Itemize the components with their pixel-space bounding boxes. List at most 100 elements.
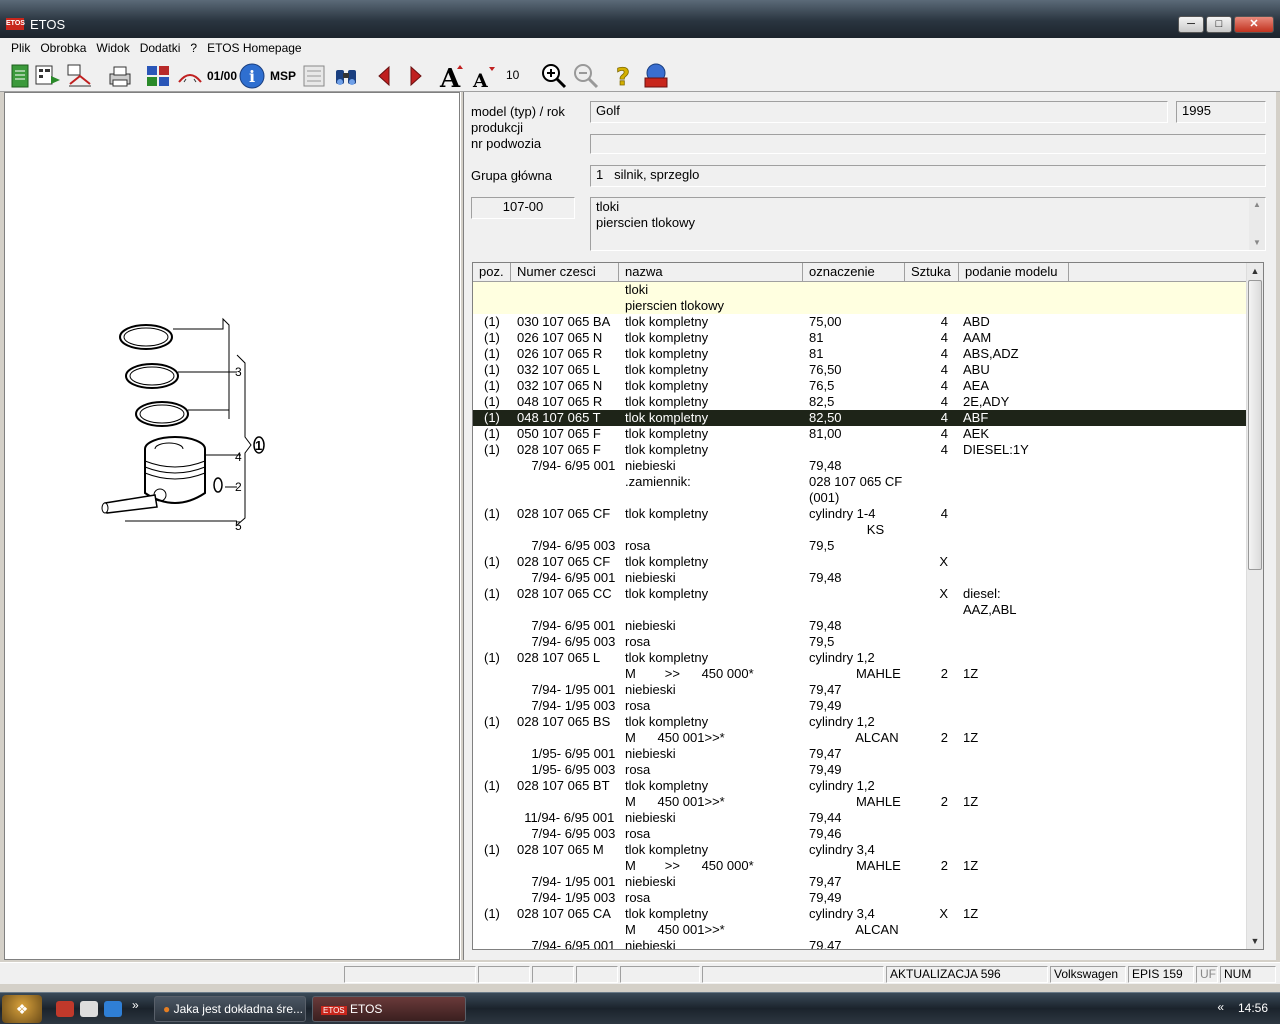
table-scrollbar[interactable]: ▲ ▼ [1246,263,1263,949]
scroll-up-icon[interactable]: ▲ [1247,263,1263,279]
col-part-number[interactable]: Numer czesci [511,263,619,282]
row-part-number: 7/94- 1/95 003 [517,698,616,713]
help-icon[interactable]: ? [610,62,638,90]
table-row[interactable]: M >> 450 000* MAHLE 2 1Z [473,666,1247,682]
counter-icon[interactable]: 01/00 [206,62,238,90]
table-row[interactable]: 7/94- 1/95 003 rosa 79,49 [473,890,1247,906]
quicklaunch-app-icon[interactable] [56,1001,74,1017]
table-row[interactable]: M 450 001>>* MAHLE 2 1Z [473,794,1247,810]
table-row[interactable]: (1) 028 107 065 CA tlok kompletny cylindry … [473,906,1247,922]
clock[interactable]: 14:56 [1238,1001,1268,1015]
grid-view-icon[interactable] [144,62,172,90]
table-row[interactable]: (1) 028 107 065 F tlok kompletny 4 DIESEL:1Y [473,442,1247,458]
zoom-out-icon[interactable] [572,62,600,90]
table-row[interactable]: 11/94- 6/95 001 niebieski 79,44 [473,810,1247,826]
table-row[interactable]: .zamiennik: 028 107 065 CF [473,474,1247,490]
menu-help[interactable]: ? [185,38,202,58]
next-arrow-icon[interactable] [402,62,430,90]
table-row[interactable]: (1) 028 107 065 CF tlok kompletny cylindry … [473,506,1247,522]
new-document-icon[interactable] [6,62,34,90]
table-row[interactable]: 7/94- 6/95 001 niebieski 79,47 [473,938,1247,949]
taskbar-item-etos[interactable]: ETOS ETOS [312,996,466,1022]
table-row[interactable]: 7/94- 1/95 001 niebieski 79,47 [473,682,1247,698]
app-logo-icon: ETOS [6,18,25,30]
info-icon[interactable]: i [238,62,266,90]
table-row[interactable]: 7/94- 6/95 003 rosa 79,5 [473,538,1247,554]
font-decrease-icon[interactable]: A [470,62,498,90]
table-row[interactable]: (1) 028 107 065 L tlok kompletny cylindry 1… [473,650,1247,666]
menu-etos-homepage[interactable]: ETOS Homepage [202,38,307,58]
table-row[interactable]: M >> 450 000* MAHLE 2 1Z [473,858,1247,874]
start-button[interactable]: ❖ [2,995,42,1023]
col-name[interactable]: nazwa [619,263,803,282]
previous-arrow-icon[interactable] [370,62,398,90]
col-designation[interactable]: oznaczenie [803,263,905,282]
table-row[interactable]: 7/94- 6/95 003 rosa 79,5 [473,634,1247,650]
col-model-info[interactable]: podanie modelu [959,263,1069,282]
scroll-up-icon[interactable]: ▲ [1249,198,1265,212]
table-row[interactable]: 7/94- 1/95 003 rosa 79,49 [473,698,1247,714]
minimize-button[interactable]: ─ [1178,16,1204,33]
table-row[interactable]: (1) 028 107 065 M tlok kompletny cylindry 3… [473,842,1247,858]
quicklaunch-messenger-icon[interactable] [80,1001,98,1017]
table-row[interactable]: (1) 030 107 065 BA tlok kompletny 75,00 4 ABD [473,314,1247,330]
table-row[interactable]: 7/94- 1/95 001 niebieski 79,47 [473,874,1247,890]
msp-button[interactable]: MSP [268,62,298,90]
font-increase-icon[interactable]: A [438,62,466,90]
table-row[interactable]: (1) 026 107 065 N tlok kompletny 81 4 AAM [473,330,1247,346]
toolbar: 01/00 i MSP A A 10 ? [0,58,1280,92]
table-row[interactable]: 7/94- 6/95 001 niebieski 79,48 [473,618,1247,634]
close-button[interactable]: ✕ [1234,16,1274,33]
description-scrollbar[interactable]: ▲ ▼ [1249,198,1265,250]
table-row[interactable]: 7/94- 6/95 003 rosa 79,46 [473,826,1247,842]
menu-dodatki[interactable]: Dodatki [135,38,186,58]
table-row[interactable]: 7/94- 6/95 001 niebieski 79,48 [473,570,1247,586]
table-row[interactable]: M 450 001>>* ALCAN [473,922,1247,938]
table-row[interactable]: pierscien tlokowy [473,298,1247,314]
table-row[interactable]: (1) 028 107 065 BS tlok kompletny cylindry … [473,714,1247,730]
table-row[interactable]: AAZ,ABL [473,602,1247,618]
menu-widok[interactable]: Widok [91,38,134,58]
col-poz[interactable]: poz. [473,263,511,282]
quicklaunch-more-icon[interactable]: » [132,998,139,1012]
table-row[interactable]: (1) 028 107 065 BT tlok kompletny cylindry … [473,778,1247,794]
table-row[interactable]: (1) 028 107 065 CF tlok kompletny X [473,554,1247,570]
table-row[interactable]: KS [473,522,1247,538]
table-row[interactable]: (1) 032 107 065 L tlok kompletny 76,50 4 ABU [473,362,1247,378]
table-row[interactable]: tloki [473,282,1247,298]
scroll-down-icon[interactable]: ▼ [1247,933,1263,949]
row-designation: 75,00 [809,314,842,329]
col-quantity[interactable]: Sztuka [905,263,959,282]
document-scan-icon[interactable] [300,62,328,90]
table-row[interactable]: (001) [473,490,1247,506]
parts-tree-icon[interactable] [66,62,94,90]
scroll-down-icon[interactable]: ▼ [1249,236,1265,250]
binoculars-icon[interactable] [332,62,360,90]
table-row[interactable]: 1/95- 6/95 001 niebieski 79,47 [473,746,1247,762]
arc-tool-icon[interactable] [176,62,204,90]
menu-obrobka[interactable]: Obrobka [35,38,91,58]
zoom-in-icon[interactable] [540,62,568,90]
table-row[interactable]: (1) 026 107 065 R tlok kompletny 81 4 ABS,ADZ [473,346,1247,362]
etos-globe-icon[interactable] [642,62,670,90]
row-designation: (001) [809,490,840,505]
maximize-button[interactable]: □ [1206,16,1232,33]
subgroup-description: tloki pierscien tlokowy ▲ ▼ [590,197,1266,251]
table-row[interactable]: 7/94- 6/95 001 niebieski 79,48 [473,458,1247,474]
row-quantity: 2 [940,794,948,809]
table-row[interactable]: (1) 048 107 065 T tlok kompletny 82,50 4 ABF [473,409,1248,427]
taskbar-item-browser[interactable]: ● Jaka jest dokładna śre... [154,996,306,1022]
menu-plik[interactable]: Plik [6,38,35,58]
quicklaunch-browser-icon[interactable] [104,1001,122,1017]
table-row[interactable]: (1) 050 107 065 F tlok kompletny 81,00 4 AEK [473,426,1247,442]
print-icon[interactable] [106,62,134,90]
scroll-thumb[interactable] [1248,280,1262,570]
table-row[interactable]: (1) 028 107 065 CC tlok kompletny Xdiesel: [473,586,1247,602]
table-row[interactable]: 1/95- 6/95 003 rosa 79,49 [473,762,1247,778]
tray-expand-icon[interactable]: « [1217,1000,1224,1014]
catalog-list-icon[interactable] [34,62,62,90]
table-row[interactable]: M 450 001>>* ALCAN 2 1Z [473,730,1247,746]
table-row[interactable]: (1) 032 107 065 N tlok kompletny 76,5 4 AEA [473,378,1247,394]
row-designation: 79,49 [809,698,842,713]
table-row[interactable]: (1) 048 107 065 R tlok kompletny 82,5 4 2E,AD… [473,394,1247,410]
